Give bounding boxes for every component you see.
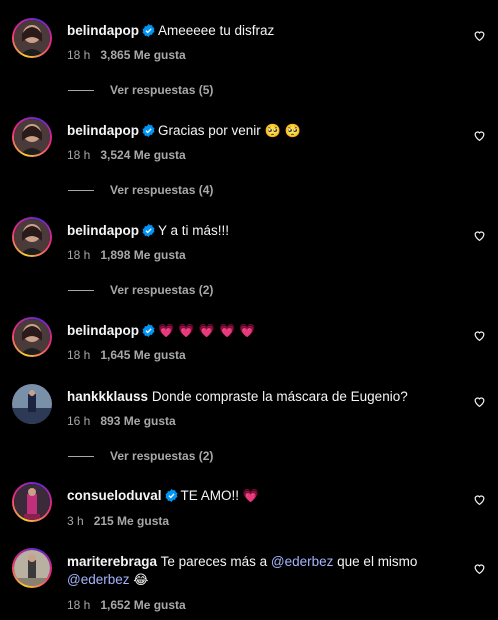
- avatar[interactable]: [12, 117, 52, 157]
- timestamp: 18 h: [67, 598, 91, 612]
- verified-badge-icon: [142, 124, 155, 137]
- username[interactable]: belindapop: [67, 323, 139, 338]
- view-replies-button[interactable]: Ver respuestas (2): [68, 283, 213, 297]
- heart-outline-icon[interactable]: [473, 129, 486, 142]
- verified-badge-icon: [165, 489, 178, 502]
- avatar[interactable]: [12, 548, 52, 588]
- divider: [68, 290, 94, 292]
- username[interactable]: belindapop: [67, 23, 139, 38]
- like-count[interactable]: 893 Me gusta: [100, 414, 175, 428]
- view-replies-button[interactable]: Ver respuestas (4): [68, 183, 213, 197]
- timestamp: 16 h: [67, 414, 91, 428]
- mention-link[interactable]: @ederbez: [67, 572, 130, 587]
- like-count[interactable]: 1,898 Me gusta: [100, 248, 185, 262]
- timestamp: 18 h: [67, 348, 91, 362]
- view-replies-button[interactable]: Ver respuestas (2): [68, 449, 213, 463]
- like-count[interactable]: 3,524 Me gusta: [100, 148, 185, 162]
- heart-outline-icon[interactable]: [473, 329, 486, 342]
- comment-text: que el mismo: [337, 554, 418, 569]
- username[interactable]: belindapop: [67, 123, 139, 138]
- avatar[interactable]: [12, 482, 52, 522]
- avatar[interactable]: [12, 217, 52, 257]
- timestamp: 18 h: [67, 148, 91, 162]
- divider: [68, 456, 94, 458]
- heart-emoji: 💗: [242, 489, 259, 504]
- heart-outline-icon[interactable]: [473, 229, 486, 242]
- comment-text: Y a ti más!!!: [158, 223, 230, 238]
- heart-outline-icon[interactable]: [473, 29, 486, 42]
- laughing-emoji: 😂: [133, 573, 149, 588]
- heart-emoji: 💗 💗 💗 💗 💗: [158, 324, 256, 339]
- comment-text: Gracias por venir: [158, 123, 261, 138]
- comment-text: Donde compraste la máscara de Eugenio?: [151, 389, 408, 404]
- verified-badge-icon: [142, 24, 155, 37]
- divider: [68, 90, 94, 92]
- username[interactable]: mariterebraga: [67, 554, 157, 569]
- username[interactable]: hankkklauss: [67, 389, 148, 404]
- like-count[interactable]: 3,865 Me gusta: [100, 48, 185, 62]
- comment-text: Ameeeee tu disfraz: [158, 23, 275, 38]
- like-count[interactable]: 1,645 Me gusta: [100, 348, 185, 362]
- divider: [68, 190, 94, 192]
- verified-badge-icon: [142, 324, 155, 337]
- avatar[interactable]: [12, 317, 52, 357]
- view-replies-button[interactable]: Ver respuestas (5): [68, 83, 213, 97]
- timestamp: 18 h: [67, 48, 91, 62]
- verified-badge-icon: [142, 224, 155, 237]
- username[interactable]: belindapop: [67, 223, 139, 238]
- heart-outline-icon[interactable]: [473, 493, 486, 506]
- timestamp: 3 h: [67, 514, 84, 528]
- timestamp: 18 h: [67, 248, 91, 262]
- comment-text: Te pareces más a: [160, 554, 268, 569]
- mention-link[interactable]: @ederbez: [271, 554, 334, 569]
- like-count[interactable]: 1,652 Me gusta: [100, 598, 185, 612]
- avatar[interactable]: [12, 18, 52, 58]
- like-count[interactable]: 215 Me gusta: [94, 514, 169, 528]
- avatar[interactable]: [12, 384, 52, 424]
- heart-outline-icon[interactable]: [473, 562, 486, 575]
- heart-outline-icon[interactable]: [473, 395, 486, 408]
- pleading-face-emoji: 🥺 🥺: [264, 124, 302, 139]
- username[interactable]: consueloduval: [67, 488, 162, 503]
- comment-text: TE AMO!!: [180, 488, 240, 503]
